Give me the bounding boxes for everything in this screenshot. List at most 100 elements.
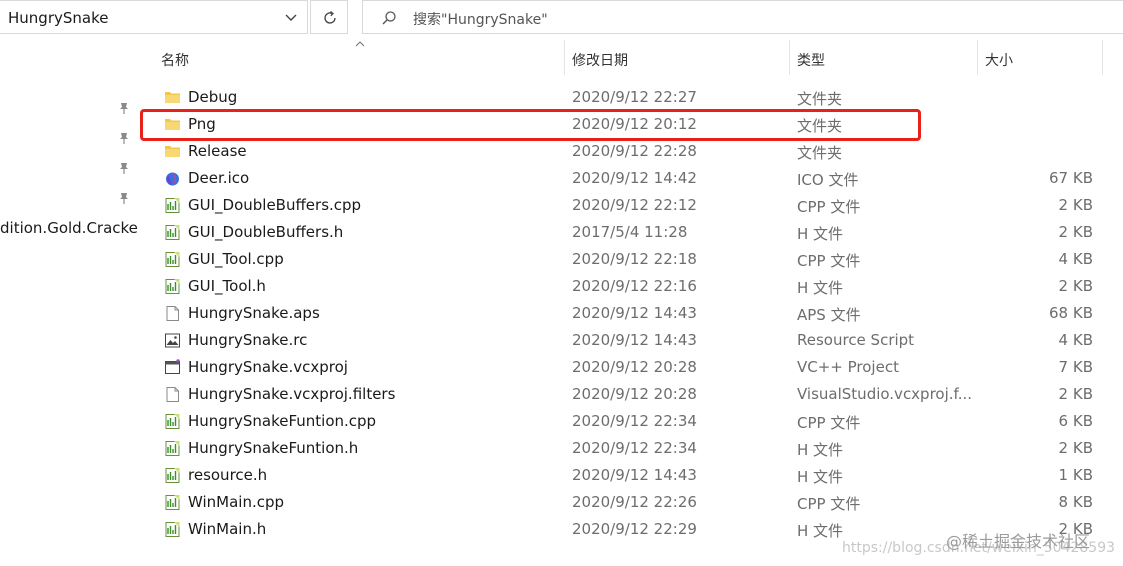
file-type: H 文件 (797, 225, 844, 243)
file-name: Release (188, 142, 247, 160)
watermark-brand: @稀土掘金技术社区 (946, 532, 1091, 551)
file-date: 2020/9/12 22:12 (572, 196, 697, 214)
file-type: H 文件 (797, 468, 844, 486)
source-file-icon (164, 494, 181, 511)
file-name: GUI_DoubleBuffers.cpp (188, 196, 362, 214)
nav-item-label[interactable]: dition.Gold.Cracked (0, 219, 138, 237)
file-type: CPP 文件 (797, 252, 861, 270)
file-row[interactable]: Deer.ico 2020/9/12 14:42 ICO 文件 67 KB (157, 165, 1107, 192)
file-date: 2020/9/12 22:18 (572, 250, 697, 268)
file-type: 文件夹 (797, 90, 843, 108)
file-row[interactable]: HungrySnake.vcxproj.filters 2020/9/12 20:… (157, 381, 1107, 408)
file-row[interactable]: GUI_DoubleBuffers.h 2017/5/4 11:28 H 文件 2 K… (157, 219, 1107, 246)
pin-icon[interactable] (117, 101, 131, 115)
file-type: CPP 文件 (797, 414, 861, 432)
file-size: 2 KB (1058, 439, 1093, 457)
source-file-icon (164, 251, 181, 268)
file-type: CPP 文件 (797, 495, 861, 513)
file-name: HungrySnakeFuntion.h (188, 439, 359, 457)
file-name: HungrySnake.rc (188, 331, 308, 349)
file-size: 2 KB (1058, 277, 1093, 295)
pin-icon[interactable] (117, 191, 131, 205)
file-row[interactable]: HungrySnakeFuntion.cpp 2020/9/12 22:34 CPP… (157, 408, 1107, 435)
file-name: Debug (188, 88, 238, 106)
file-date: 2020/9/12 22:34 (572, 412, 697, 430)
address-bar[interactable]: HungrySnake (0, 0, 308, 34)
source-file-icon (164, 413, 181, 430)
file-type: VisualStudio.vcxproj.f... (797, 385, 973, 403)
file-date: 2020/9/12 22:34 (572, 439, 697, 457)
file-type: H 文件 (797, 441, 844, 459)
file-type: H 文件 (797, 279, 844, 297)
source-file-icon (164, 278, 181, 295)
file-name: GUI_Tool.cpp (188, 250, 284, 268)
sort-up-icon (355, 41, 365, 47)
file-date: 2020/9/12 14:43 (572, 304, 697, 322)
file-name: HungrySnake.vcxproj.filters (188, 385, 396, 403)
file-row[interactable]: resource.h 2020/9/12 14:43 H 文件 1 KB (157, 462, 1107, 489)
file-type: ICO 文件 (797, 171, 859, 189)
file-name: WinMain.cpp (188, 493, 285, 511)
file-size: 1 KB (1058, 466, 1093, 484)
file-date: 2020/9/12 20:28 (572, 385, 697, 403)
file-size: 67 KB (1049, 169, 1093, 187)
file-name: HungrySnake.aps (188, 304, 320, 322)
file-date: 2020/9/12 22:29 (572, 520, 697, 538)
file-size: 2 KB (1058, 385, 1093, 403)
resource-file-icon (164, 332, 181, 349)
file-size: 4 KB (1058, 250, 1093, 268)
file-name: resource.h (188, 466, 268, 484)
pin-icon[interactable] (117, 131, 131, 145)
chevron-down-icon[interactable] (282, 9, 300, 27)
project-file-icon (164, 359, 181, 376)
folder-icon (164, 143, 181, 160)
file-row[interactable]: HungrySnake.aps 2020/9/12 14:43 APS 文件 68 K… (157, 300, 1107, 327)
refresh-icon (324, 11, 336, 24)
address-title: HungrySnake (8, 9, 109, 27)
blank-file-icon (164, 386, 181, 403)
file-row[interactable]: Debug 2020/9/12 22:27 文件夹 (157, 84, 1107, 111)
file-row[interactable]: HungrySnakeFuntion.h 2020/9/12 22:34 H 文件 2… (157, 435, 1107, 462)
source-file-icon (164, 521, 181, 538)
pin-icon[interactable] (117, 161, 131, 175)
file-row[interactable]: WinMain.cpp 2020/9/12 22:26 CPP 文件 8 KB (157, 489, 1107, 516)
file-date: 2017/5/4 11:28 (572, 223, 688, 241)
file-row[interactable]: HungrySnake.vcxproj 2020/9/12 20:28 VC++ P… (157, 354, 1107, 381)
file-type: H 文件 (797, 522, 844, 540)
search-box[interactable]: 搜索"HungrySnake" (362, 0, 1123, 34)
source-file-icon (164, 197, 181, 214)
file-name: Deer.ico (188, 169, 250, 187)
file-date: 2020/9/12 22:27 (572, 88, 697, 106)
file-size: 2 KB (1058, 223, 1093, 241)
refresh-button[interactable] (310, 0, 348, 34)
file-size: 8 KB (1058, 493, 1093, 511)
column-divider[interactable] (789, 40, 790, 75)
file-size: 4 KB (1058, 331, 1093, 349)
column-divider[interactable] (1102, 40, 1103, 75)
search-input[interactable]: 搜索"HungrySnake" (413, 9, 548, 29)
file-date: 2020/9/12 22:16 (572, 277, 697, 295)
file-row[interactable]: HungrySnake.rc 2020/9/12 14:43 Resource Sc… (157, 327, 1107, 354)
file-size: 68 KB (1049, 304, 1093, 322)
blank-file-icon (164, 305, 181, 322)
highlight-box (140, 109, 921, 141)
file-type: CPP 文件 (797, 198, 861, 216)
file-row[interactable]: GUI_Tool.cpp 2020/9/12 22:18 CPP 文件 4 KB (157, 246, 1107, 273)
file-name: WinMain.h (188, 520, 267, 538)
file-row[interactable]: GUI_Tool.h 2020/9/12 22:16 H 文件 2 KB (157, 273, 1107, 300)
column-divider[interactable] (564, 40, 565, 75)
folder-icon (164, 89, 181, 106)
source-file-icon (164, 467, 181, 484)
file-row[interactable]: GUI_DoubleBuffers.cpp 2020/9/12 22:12 CPP … (157, 192, 1107, 219)
file-size: 6 KB (1058, 412, 1093, 430)
ico-file-icon (164, 170, 181, 187)
file-date: 2020/9/12 22:28 (572, 142, 697, 160)
file-name: HungrySnakeFuntion.cpp (188, 412, 377, 430)
file-type: 文件夹 (797, 144, 843, 162)
file-date: 2020/9/12 14:43 (572, 466, 697, 484)
column-divider[interactable] (977, 40, 978, 75)
source-file-icon (164, 224, 181, 241)
file-size: 2 KB (1058, 196, 1093, 214)
file-row[interactable]: Release 2020/9/12 22:28 文件夹 (157, 138, 1107, 165)
file-date: 2020/9/12 14:43 (572, 331, 697, 349)
